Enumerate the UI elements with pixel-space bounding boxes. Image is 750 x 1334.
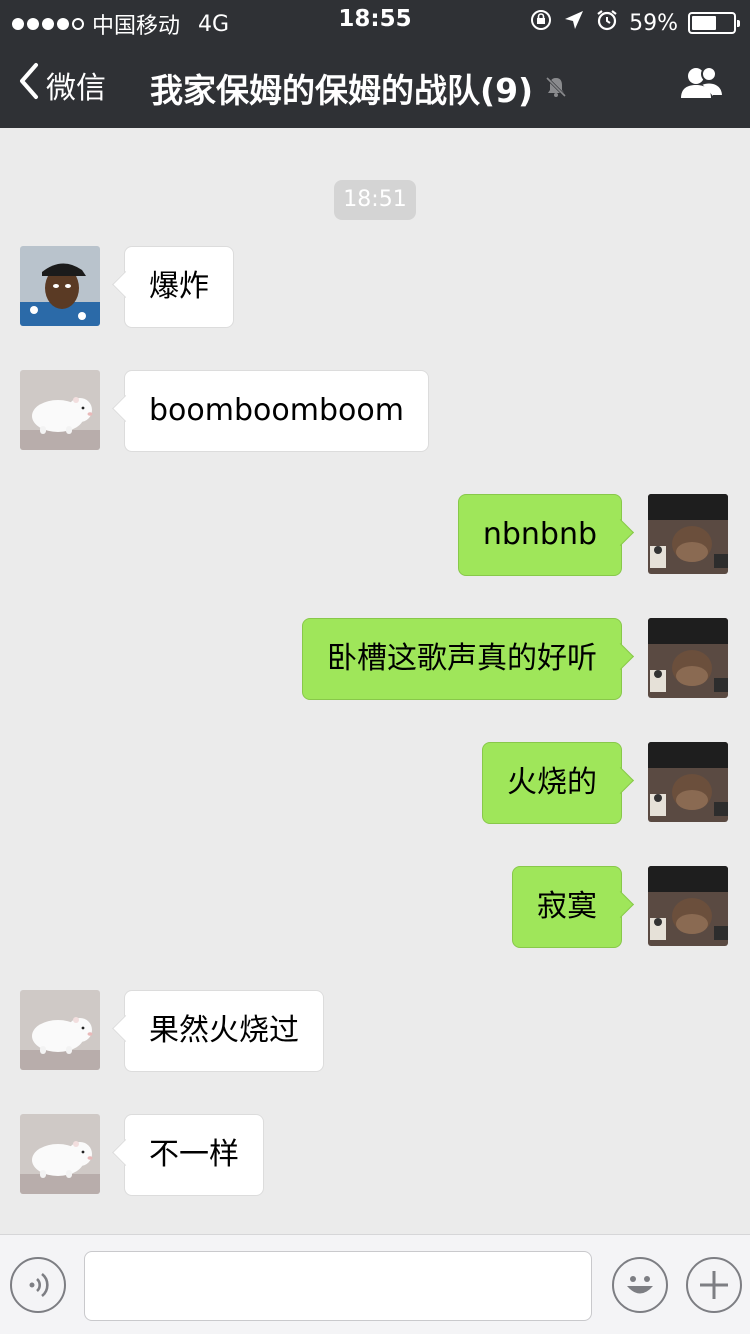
message-row: 爆炸 xyxy=(0,246,750,328)
top-bar: 中国移动 4G 18:55 59% 微信 我家保姆的保姆的战队(9) xyxy=(0,0,750,128)
upside-down-photo-avatar[interactable] xyxy=(648,494,728,574)
upside-down-photo-avatar[interactable] xyxy=(648,742,728,822)
chat-title: 我家保姆的保姆的战队(9) xyxy=(150,71,534,110)
back-button[interactable]: 微信 xyxy=(18,62,106,108)
more-button[interactable] xyxy=(686,1257,742,1313)
timestamp: 18:51 xyxy=(334,180,416,220)
chevron-left-icon xyxy=(18,62,40,108)
outgoing-message-bubble[interactable]: 卧槽这歌声真的好听 xyxy=(302,618,622,700)
upside-down-photo-avatar[interactable] xyxy=(648,618,728,698)
message-row: boomboomboom xyxy=(0,370,750,452)
message-row: nbnbnb xyxy=(0,494,750,576)
chat-title-group: 我家保姆的保姆的战队(9) xyxy=(150,64,569,112)
message-row: 不一样 xyxy=(0,1114,750,1196)
alarm-icon xyxy=(595,8,619,38)
group-members-icon[interactable] xyxy=(678,64,726,106)
mute-bell-icon xyxy=(543,69,569,108)
message-row: 火烧的 xyxy=(0,742,750,824)
man-cap-avatar[interactable] xyxy=(20,246,100,326)
message-row: 果然火烧过 xyxy=(0,990,750,1072)
nav-bar: 微信 我家保姆的保姆的战队(9) xyxy=(0,40,750,128)
location-icon xyxy=(563,9,585,37)
incoming-message-bubble[interactable]: boomboomboom xyxy=(124,370,429,452)
battery-percent: 59% xyxy=(629,10,678,36)
back-label: 微信 xyxy=(46,71,106,106)
chat-area[interactable]: 18:51 爆炸 boomboomboom nbnbnb 卧槽这歌声真的好听火烧的寂寞… xyxy=(0,128,750,1234)
outgoing-message-bubble[interactable]: 寂寞 xyxy=(512,866,622,948)
white-pig-avatar[interactable] xyxy=(20,990,100,1070)
white-pig-avatar[interactable] xyxy=(20,370,100,450)
incoming-message-bubble[interactable]: 果然火烧过 xyxy=(124,990,324,1072)
white-pig-avatar[interactable] xyxy=(20,1114,100,1194)
status-bar: 中国移动 4G 18:55 59% xyxy=(0,0,750,40)
outgoing-message-bubble[interactable]: nbnbnb xyxy=(457,494,622,576)
emoji-button[interactable] xyxy=(612,1257,668,1313)
outgoing-message-bubble[interactable]: 火烧的 xyxy=(482,742,622,824)
battery-icon xyxy=(688,12,740,34)
status-icons: 59% xyxy=(529,8,740,38)
incoming-message-bubble[interactable]: 不一样 xyxy=(124,1114,264,1196)
message-input[interactable] xyxy=(84,1251,592,1321)
input-bar xyxy=(0,1234,750,1334)
upside-down-photo-avatar[interactable] xyxy=(648,866,728,946)
incoming-message-bubble[interactable]: 爆炸 xyxy=(124,246,234,328)
rotation-lock-icon xyxy=(529,8,553,38)
voice-button[interactable] xyxy=(10,1257,66,1313)
message-row: 寂寞 xyxy=(0,866,750,948)
message-row: 卧槽这歌声真的好听 xyxy=(0,618,750,700)
